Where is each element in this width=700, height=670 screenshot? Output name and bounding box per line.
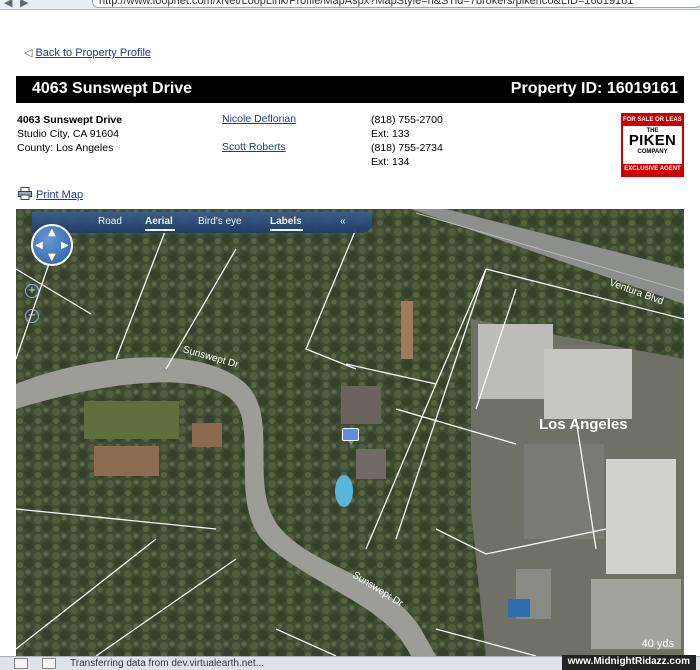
agent-link-scott[interactable]: Scott Roberts	[222, 141, 286, 153]
map-toolbar: Road Aerial Bird's eye Labels «	[32, 212, 372, 233]
logo-exclusive-agent: EXCLUSIVE AGENT	[623, 164, 682, 175]
pan-up-icon[interactable]: ▲	[48, 228, 56, 238]
property-address-title: 4063 Sunswept Drive	[32, 80, 193, 97]
pan-left-icon[interactable]: ◀	[35, 241, 43, 251]
url-field[interactable]: http://www.loopnet.com/xNet/LoopLink/Pro…	[92, 0, 700, 8]
property-id: Property ID: 16019161	[510, 80, 678, 97]
print-map-label: Print Map	[36, 189, 84, 201]
agent-ext: Ext: 133	[371, 128, 410, 140]
map-tab-aerial[interactable]: Aerial	[145, 216, 173, 227]
logo-piken: PIKEN	[628, 132, 677, 149]
back-link-label: Back to Property Profile	[35, 47, 152, 59]
map-tab-road[interactable]: Road	[98, 216, 122, 227]
map-tab-labels-underline	[270, 229, 303, 231]
agent-phone: (818) 755-2734	[371, 142, 443, 154]
agent-contact-scott: (818) 755-2734 Ext: 134	[371, 141, 443, 169]
map-tab-aerial-underline	[145, 229, 175, 231]
agent-phone: (818) 755-2700	[371, 114, 443, 126]
aerial-map[interactable]: Road Aerial Bird's eye Labels « ▲ ▼ ◀ ▶ …	[16, 209, 684, 656]
zoom-in-button[interactable]: +	[25, 284, 39, 298]
property-title-bar: 4063 Sunswept Drive Property ID: 1601916…	[16, 76, 684, 103]
status-text: Transferring data from dev.virtualearth.…	[70, 658, 264, 669]
back-triangle-icon: ◁	[24, 47, 33, 59]
property-city: Studio City, CA 91604	[17, 128, 119, 140]
piken-company-logo: FOR SALE OR LEASE THE PIKEN COMPANY EXCL…	[621, 113, 684, 177]
print-map-link[interactable]: Print Map	[18, 187, 83, 201]
status-icon	[42, 658, 56, 669]
zoom-out-button[interactable]: −	[25, 309, 39, 323]
property-pin-icon[interactable]	[342, 428, 359, 445]
map-tab-labels[interactable]: Labels	[270, 216, 302, 227]
status-icon	[14, 658, 28, 669]
agent-link-nicole[interactable]: Nicole Deflorian	[222, 113, 296, 125]
agent-ext: Ext: 134	[371, 156, 410, 168]
browser-toolbar: ◀ ▶ http://www.loopnet.com/xNet/LoopLink…	[0, 0, 700, 10]
forward-arrow-icon[interactable]: ▶	[20, 0, 34, 9]
pan-right-icon[interactable]: ▶	[61, 241, 69, 251]
watermark: www.MidnightRidazz.com	[561, 655, 696, 670]
pan-down-icon[interactable]: ▼	[48, 253, 56, 263]
city-label: Los Angeles	[539, 416, 628, 433]
map-scale: 40 yds	[641, 638, 674, 650]
back-arrow-icon[interactable]: ◀	[4, 0, 18, 9]
back-to-profile-link[interactable]: ◁ Back to Property Profile	[24, 46, 151, 59]
logo-company: COMPANY	[637, 149, 668, 155]
printer-icon	[18, 187, 32, 200]
pan-compass[interactable]: ▲ ▼ ◀ ▶	[31, 224, 73, 266]
property-street: 4063 Sunswept Drive	[17, 114, 123, 126]
property-county: County: Los Angeles	[17, 142, 114, 154]
map-tab-birds-eye[interactable]: Bird's eye	[198, 216, 242, 227]
property-address-block: 4063 Sunswept Drive Studio City, CA 9160…	[17, 113, 122, 155]
agent-contact-nicole: (818) 755-2700 Ext: 133	[371, 113, 443, 141]
map-toolbar-collapse[interactable]: «	[340, 216, 346, 227]
logo-for-sale: FOR SALE OR LEASE	[623, 115, 682, 126]
